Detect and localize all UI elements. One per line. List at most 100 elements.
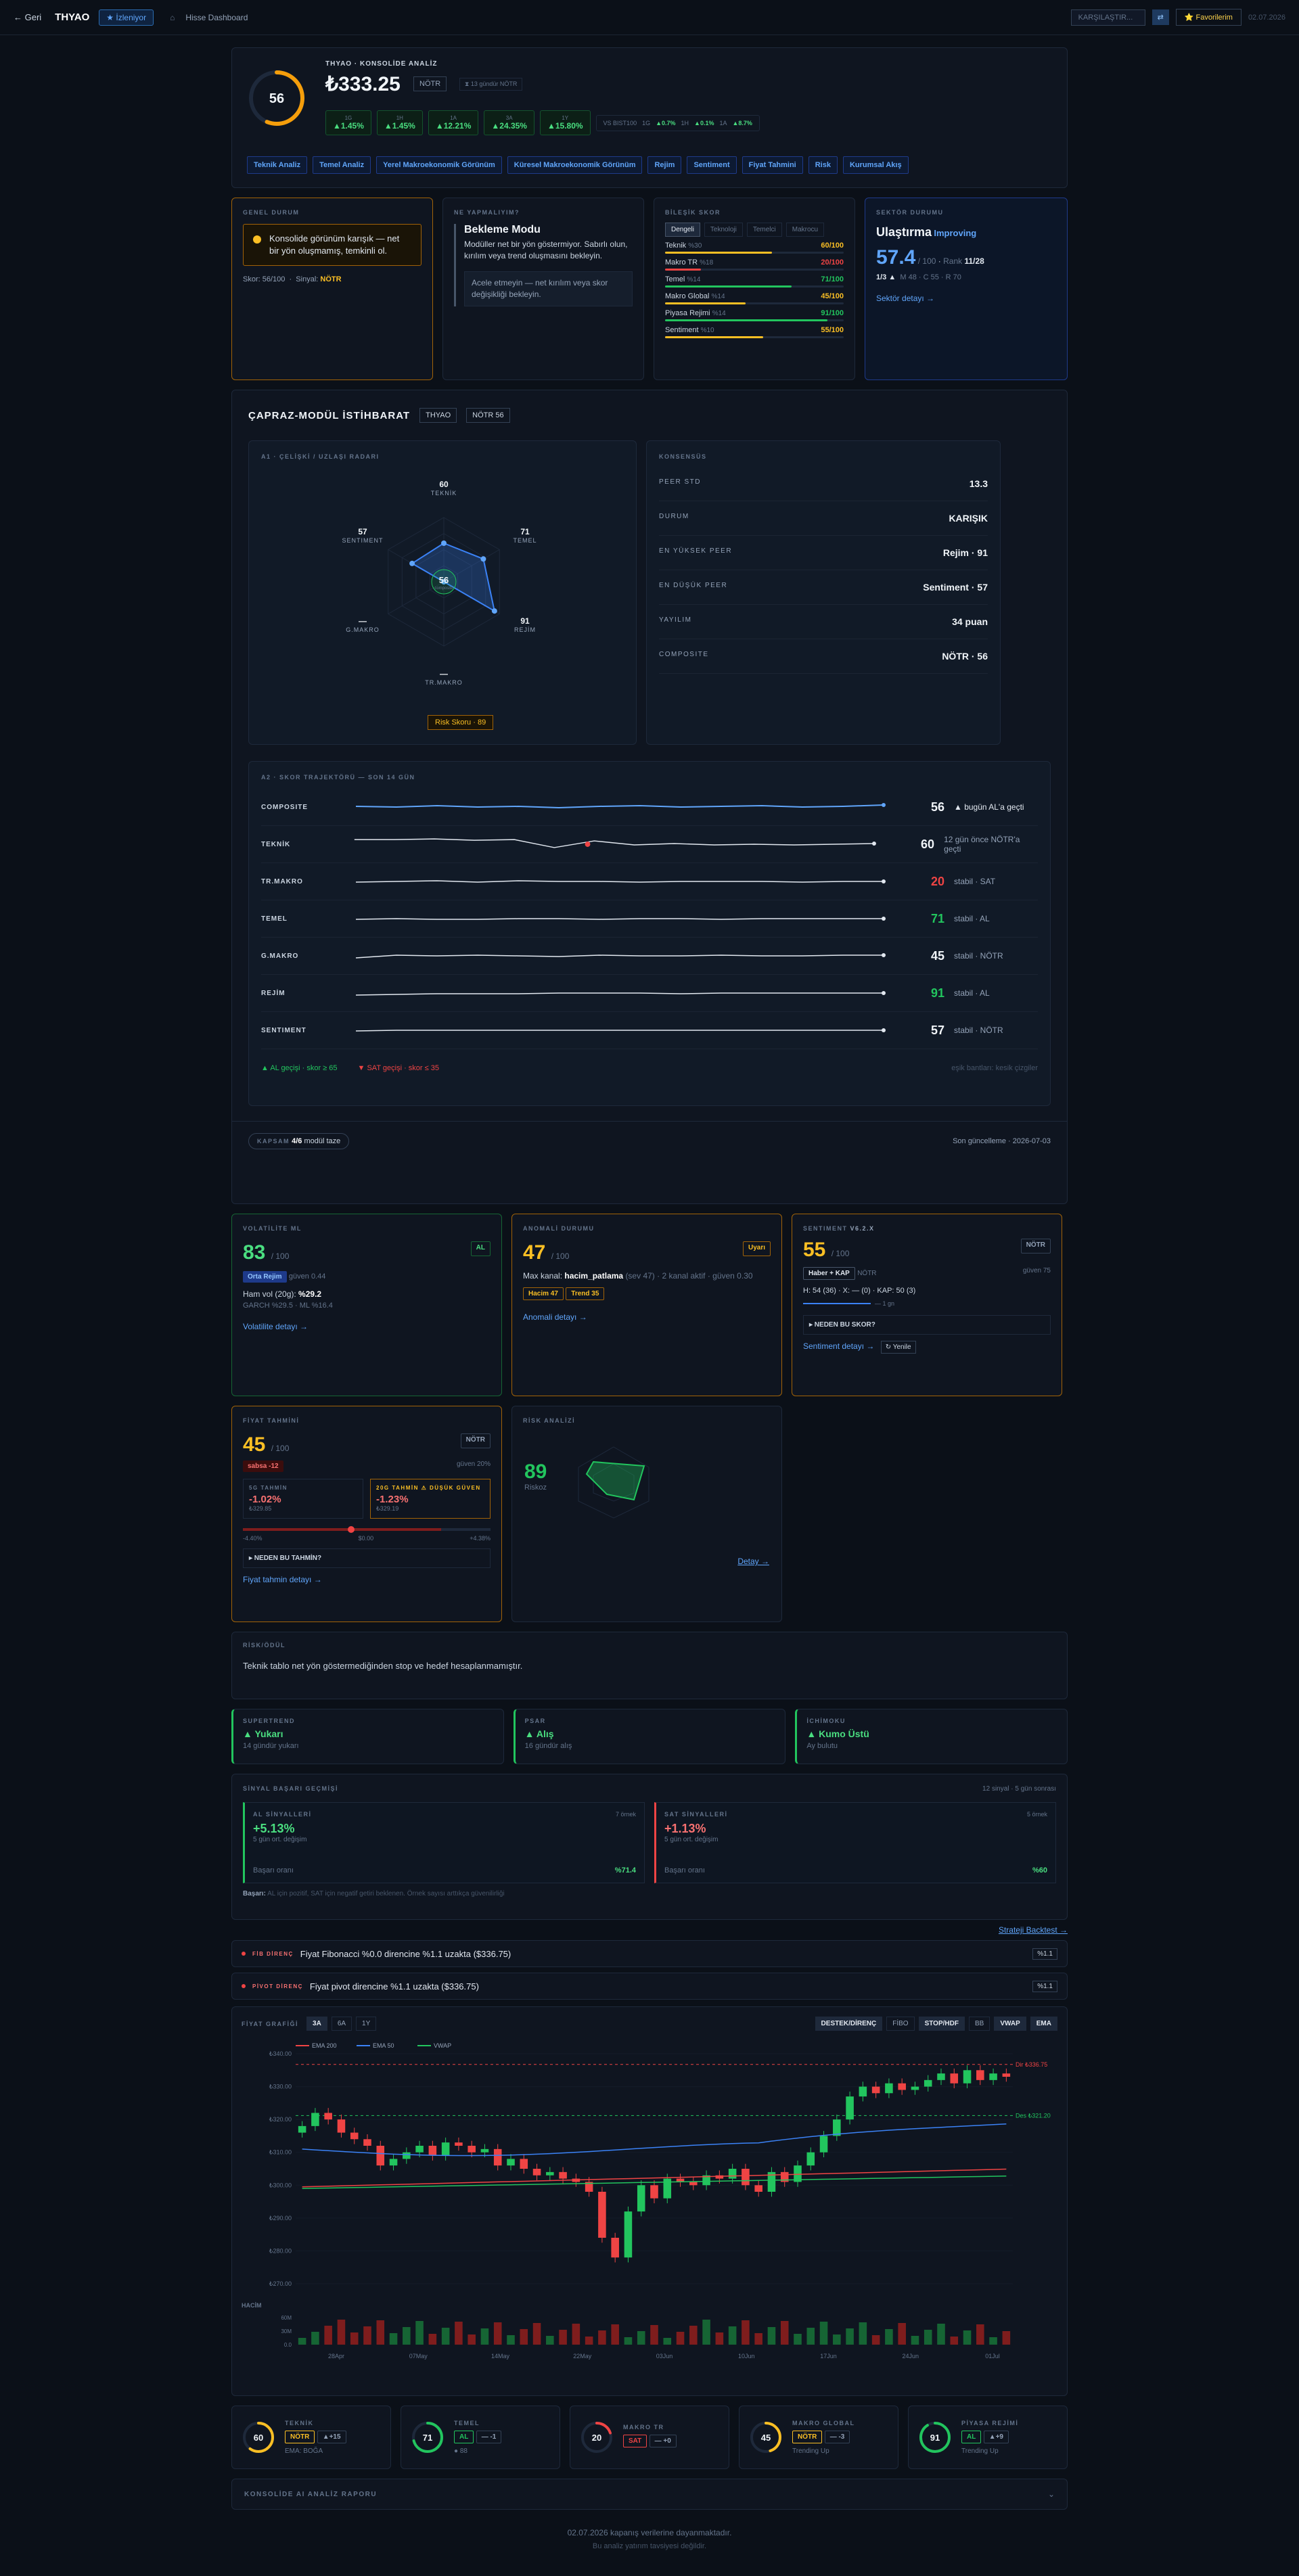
- radar-axis-value: 91: [520, 616, 530, 626]
- anomaly-detail-link[interactable]: Anomali detayı →: [523, 1312, 771, 1322]
- gauge-score: 56: [269, 91, 284, 106]
- tool-support-resistance[interactable]: DESTEK/DİRENÇ: [815, 2017, 883, 2031]
- volume-bar: [702, 2320, 710, 2345]
- supertrend-card: SUPERTREND ▲ Yukarı 14 gündür yukarı: [231, 1709, 504, 1764]
- tab-kuresel-makro[interactable]: Küresel Makroekonomik Görünüm: [507, 156, 643, 174]
- volume-bar: [624, 2337, 633, 2345]
- tab-risk[interactable]: Risk: [808, 156, 838, 174]
- home-icon[interactable]: ⌂: [170, 13, 175, 22]
- volume-bar: [898, 2323, 906, 2345]
- sentiment-detail-link[interactable]: Sentiment detayı →: [803, 1341, 874, 1351]
- general-message: Konsolide görünüm karışık — net bir yön …: [243, 224, 421, 266]
- why-score-toggle[interactable]: ▸ NEDEN BU SKOR?: [803, 1315, 1051, 1335]
- volume-bar: [520, 2329, 528, 2345]
- range-3a[interactable]: 3A: [306, 2017, 327, 2031]
- radar-axis-value: 60: [439, 480, 449, 489]
- candle: [598, 2192, 606, 2238]
- tool-fibo[interactable]: FİBO: [886, 2017, 915, 2031]
- x-tick: 01Jul: [985, 2353, 1000, 2360]
- change-list: 1G ▲1.45% 1H ▲1.45% 1A ▲12.21% 3A ▲24.35% 1Y…: [325, 110, 760, 135]
- volume-bar: [585, 2337, 593, 2345]
- radar-point: [409, 560, 415, 566]
- weight-tab-makrocu[interactable]: Makrocu: [785, 223, 825, 237]
- radar-point: [491, 608, 497, 614]
- tool-vwap[interactable]: VWAP: [994, 2017, 1026, 2031]
- candle: [846, 2096, 854, 2120]
- volatility-card: VOLATİLİTE ML 83 / 100 AL Orta Rejim güve…: [231, 1214, 502, 1396]
- volume-bar: [742, 2320, 750, 2345]
- weight-tab-temelci[interactable]: Temelci: [746, 223, 782, 237]
- y-tick: ₺340.00: [269, 2050, 292, 2057]
- candle: [311, 2113, 319, 2126]
- trajectory-sparkline: [355, 991, 886, 996]
- composite-bar: Piyasa Rejimi %14 91/100: [665, 309, 844, 321]
- breadcrumb[interactable]: Hisse Dashboard: [185, 13, 248, 22]
- candle: [455, 2142, 463, 2146]
- weight-tab-dengeli[interactable]: Dengeli: [665, 223, 700, 237]
- volume-bar: [989, 2337, 997, 2345]
- tab-fiyat-tahmini[interactable]: Fiyat Tahmini: [742, 156, 803, 174]
- score-gauge: 56: [249, 70, 304, 126]
- candlestick-chart: ₺340.00 ₺330.00 ₺320.00 ₺310.00 ₺300.00 ₺290.…: [242, 2042, 1051, 2360]
- change-3a: 3A ▲24.35%: [484, 110, 534, 135]
- resistance-label: Dir ₺336.75: [1016, 2061, 1047, 2068]
- legend-label: EMA 200: [312, 2042, 337, 2049]
- compare-button[interactable]: ⇄: [1152, 9, 1169, 25]
- change-1h: 1H ▲1.45%: [376, 110, 423, 135]
- volume-bar: [963, 2330, 972, 2345]
- trajectory-sparkline: [354, 838, 876, 848]
- psar-card: PSAR ▲ Alış 16 gündür alış: [513, 1709, 786, 1764]
- tab-kurumsal-akis[interactable]: Kurumsal Akış: [842, 156, 909, 174]
- tool-bb[interactable]: BB: [968, 2017, 990, 2031]
- range-1y[interactable]: 1Y: [356, 2017, 377, 2031]
- consensus-row: YAYILIM 34 puan: [659, 605, 988, 639]
- consensus-row: EN DÜŞÜK PEER Sentiment · 57: [659, 570, 988, 605]
- risk-detail-link[interactable]: Detay →: [737, 1557, 769, 1566]
- candle: [428, 2146, 437, 2156]
- volume-bar: [859, 2322, 867, 2345]
- refresh-button[interactable]: ↻ Yenile: [880, 1341, 916, 1354]
- trajectory-sparkline: [355, 879, 886, 883]
- module-summary-card[interactable]: 60 TEKNİK NÖTR ▲+15 EMA: BOĞA: [231, 2406, 391, 2469]
- composite-score-card: BİLEŞİK SKOR Dengeli Teknoloji Temelci M…: [654, 198, 855, 380]
- candle: [871, 2086, 880, 2094]
- forecast-detail-link[interactable]: Fiyat tahmin detayı →: [243, 1575, 491, 1584]
- module-summary-card[interactable]: 20 MAKRO TR SAT — +0: [570, 2406, 729, 2469]
- range-6a[interactable]: 6A: [331, 2017, 352, 2031]
- volume-bar: [780, 2321, 789, 2345]
- y-tick: ₺290.00: [269, 2215, 292, 2222]
- candle: [924, 2079, 932, 2087]
- volume-bar: [324, 2326, 332, 2345]
- trajectory-card: A2 · SKOR TRAJEKTÖRÜ — SON 14 GÜN COMPOS…: [248, 761, 1051, 1106]
- volume-bar: [1002, 2331, 1011, 2345]
- tab-temel[interactable]: Temel Analiz: [313, 156, 371, 174]
- volume-bar: [924, 2330, 932, 2345]
- tab-teknik[interactable]: Teknik Analiz: [247, 156, 308, 174]
- favorites-button[interactable]: ⭐ Favorilerim: [1175, 9, 1241, 26]
- volume-bar: [455, 2322, 463, 2345]
- tab-rejim[interactable]: Rejim: [647, 156, 682, 174]
- tab-yerel-makro[interactable]: Yerel Makroekonomik Görünüm: [376, 156, 502, 174]
- ai-report-toggle[interactable]: KONSOLİDE AI ANALİZ RAPORU ⌄: [231, 2479, 1068, 2510]
- volume-bar: [428, 2334, 437, 2345]
- back-button[interactable]: ← Geri: [14, 12, 41, 22]
- module-summary-card[interactable]: 45 MAKRO GLOBAL NÖTR — -3 Trending Up: [739, 2406, 898, 2469]
- module-summary-card[interactable]: 91 PİYASA REJİMİ AL ▲+9 Trending Up: [908, 2406, 1068, 2469]
- volatility-detail-link[interactable]: Volatilite detayı →: [243, 1322, 491, 1331]
- follow-button[interactable]: ★ İzleniyor: [99, 9, 154, 26]
- volume-bar: [298, 2338, 306, 2345]
- tool-stop-target[interactable]: STOP/HDF: [918, 2017, 965, 2031]
- module-gauge: 45: [750, 2422, 781, 2453]
- candle: [403, 2152, 411, 2159]
- weight-tab-teknoloji[interactable]: Teknoloji: [704, 223, 743, 237]
- backtest-link[interactable]: Strateji Backtest →: [999, 1925, 1068, 1935]
- volume-bar: [415, 2321, 424, 2345]
- tool-ema[interactable]: EMA: [1030, 2017, 1057, 2031]
- volume-bar: [885, 2329, 893, 2345]
- module-summary-card[interactable]: 71 TEMEL AL — -1 ● 88: [401, 2406, 560, 2469]
- why-forecast-toggle[interactable]: ▸ NEDEN BU TAHMİN?: [243, 1548, 491, 1568]
- volume-bar: [350, 2332, 359, 2345]
- compare-input[interactable]: KARŞILAŞTIR...: [1070, 9, 1145, 26]
- tab-sentiment[interactable]: Sentiment: [687, 156, 737, 174]
- sector-detail-link[interactable]: Sektör detayı →: [876, 294, 1056, 303]
